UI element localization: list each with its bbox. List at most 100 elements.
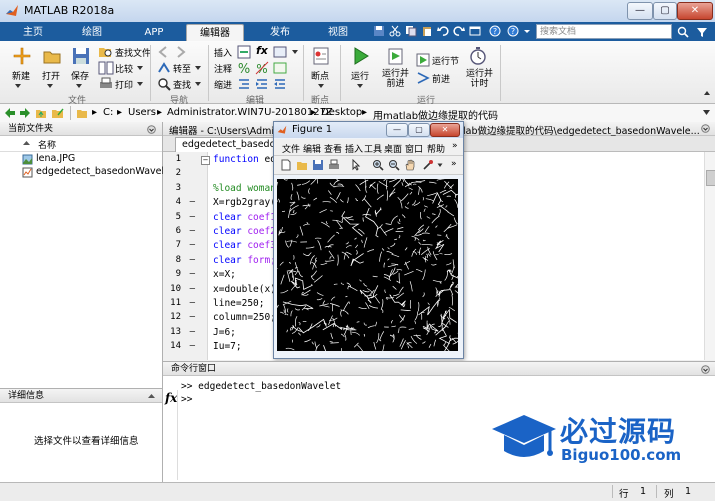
undo-icon[interactable]	[437, 25, 449, 37]
find-files-button[interactable]: 查找文件	[115, 46, 151, 59]
breakpoint-marker[interactable]: —	[185, 269, 195, 279]
menu-tools[interactable]: 工具	[364, 142, 382, 155]
menu-window[interactable]: 窗口	[405, 142, 423, 155]
chevron-down-icon[interactable]	[136, 81, 144, 87]
menu-edit[interactable]: 编辑	[303, 142, 321, 155]
breakpoint-marker[interactable]: —	[185, 298, 195, 308]
list-item[interactable]: lena.JPG	[0, 153, 162, 166]
increase-indent-icon[interactable]	[254, 76, 270, 92]
menu-desktop[interactable]: 桌面	[384, 142, 402, 155]
forward-arrow-icon[interactable]	[19, 107, 31, 119]
chevron-down-icon[interactable]	[194, 81, 202, 87]
collapse-arrow-icon[interactable]	[147, 392, 156, 401]
breadcrumb-drive[interactable]: C:	[103, 107, 113, 118]
zoom-out-icon[interactable]	[388, 159, 400, 171]
breakpoint-marker[interactable]: —	[185, 284, 195, 294]
new-button[interactable]: 新建	[12, 69, 30, 82]
chevron-down-icon[interactable]	[46, 83, 54, 89]
toolbar-overflow[interactable]: »	[451, 159, 457, 169]
back-arrow-icon[interactable]	[4, 107, 16, 119]
figure-maximize-button[interactable]: ▢	[408, 123, 430, 137]
smart-indent-icon[interactable]	[236, 76, 252, 92]
tab-apps[interactable]: APP	[128, 24, 180, 41]
comment-percent-icon[interactable]: %	[236, 60, 252, 76]
copy-icon[interactable]	[405, 25, 417, 37]
menu-insert[interactable]: 插入	[345, 142, 363, 155]
run-button[interactable]: 运行	[351, 69, 369, 82]
uncomment-icon[interactable]: %	[254, 60, 270, 76]
chevron-down-icon[interactable]	[702, 109, 711, 116]
panel-menu-icon[interactable]	[147, 125, 156, 134]
paste-icon[interactable]	[421, 25, 433, 37]
breadcrumb-user[interactable]: Administrator.WIN7U-20180127Z	[167, 107, 333, 118]
panel-menu-icon[interactable]	[701, 365, 710, 374]
open-button[interactable]: 打开	[42, 69, 60, 82]
figure-close-button[interactable]: ✕	[430, 123, 460, 137]
insert-function-button[interactable]: fx	[256, 44, 268, 57]
advance-button[interactable]: 前进	[432, 72, 450, 85]
maximize-button[interactable]: ▢	[653, 2, 677, 20]
comment-button[interactable]: 注释	[214, 62, 232, 75]
wrap-comments-icon[interactable]	[272, 60, 288, 76]
open-folder-icon[interactable]	[296, 159, 308, 171]
scrollbar-thumb[interactable]	[706, 170, 715, 186]
new-figure-icon[interactable]	[280, 159, 292, 171]
chevron-down-icon[interactable]	[194, 65, 202, 71]
menu-help[interactable]: 帮助	[427, 142, 445, 155]
insert-button[interactable]: 插入	[214, 46, 232, 59]
breadcrumb-desktop[interactable]: Desktop	[321, 107, 362, 118]
breakpoints-button[interactable]: 断点	[311, 69, 329, 82]
save-button[interactable]: 保存	[71, 69, 89, 82]
find-button[interactable]: 查找	[173, 78, 191, 91]
chevron-down-icon[interactable]	[523, 25, 531, 37]
sort-arrow-icon[interactable]	[22, 139, 31, 148]
tab-editor[interactable]: 编辑器	[186, 24, 244, 42]
chevron-down-icon[interactable]	[356, 83, 364, 89]
chevron-down-icon[interactable]	[14, 83, 22, 89]
breakpoint-marker[interactable]: —	[185, 212, 195, 222]
search-icon[interactable]	[677, 26, 689, 38]
menu-view[interactable]: 查看	[324, 142, 342, 155]
decrease-indent-icon[interactable]	[272, 76, 288, 92]
breakpoint-marker[interactable]: —	[185, 197, 195, 207]
goto-button[interactable]: 转至	[173, 62, 191, 75]
search-documentation-input[interactable]: 搜索文档	[536, 24, 672, 39]
tab-publish[interactable]: 发布	[252, 24, 308, 41]
menu-overflow[interactable]: »	[452, 141, 458, 151]
breakpoint-marker[interactable]: —	[185, 327, 195, 337]
breakpoint-marker[interactable]: —	[185, 255, 195, 265]
save-quick-icon[interactable]	[373, 25, 385, 37]
switch-windows-icon[interactable]	[469, 25, 481, 37]
print-icon[interactable]	[328, 159, 340, 171]
collapse-ribbon-icon[interactable]	[703, 89, 711, 97]
tab-view[interactable]: 视图	[312, 24, 364, 41]
compare-button[interactable]: 比较	[115, 62, 133, 75]
pan-hand-icon[interactable]	[404, 159, 416, 171]
chevron-down-icon[interactable]	[317, 83, 325, 89]
chevron-down-icon[interactable]	[291, 49, 299, 55]
tab-plots[interactable]: 绘图	[66, 24, 118, 41]
minimize-button[interactable]: —	[627, 2, 653, 20]
chevron-down-icon[interactable]	[75, 83, 83, 89]
pointer-icon[interactable]	[350, 159, 362, 171]
breakpoint-marker[interactable]: —	[185, 240, 195, 250]
filter-icon[interactable]	[696, 26, 708, 38]
chevron-down-icon[interactable]	[437, 163, 443, 168]
help-icon[interactable]: ?	[489, 25, 501, 37]
run-and-advance-button[interactable]: 运行并 前进	[382, 69, 409, 89]
figure-minimize-button[interactable]: —	[386, 123, 408, 137]
breadcrumb-users[interactable]: Users	[128, 107, 156, 118]
breakpoint-marker[interactable]: —	[185, 341, 195, 351]
run-section-button[interactable]: 运行节	[432, 54, 459, 67]
breadcrumb-folder[interactable]: 用matlab做边缘提取的代码	[373, 107, 498, 122]
breakpoint-marker[interactable]: —	[185, 312, 195, 322]
code-fold-toggle[interactable]: −	[201, 156, 210, 165]
insert-code-icon[interactable]	[272, 44, 288, 60]
tab-home[interactable]: 主页	[10, 24, 56, 41]
browse-folder-icon[interactable]	[51, 107, 65, 119]
forward-nav-icon[interactable]	[172, 44, 188, 60]
redo-icon[interactable]	[453, 25, 465, 37]
run-and-time-button[interactable]: 运行并 计时	[466, 69, 493, 89]
up-folder-icon[interactable]	[35, 107, 47, 119]
save-icon[interactable]	[312, 159, 324, 171]
